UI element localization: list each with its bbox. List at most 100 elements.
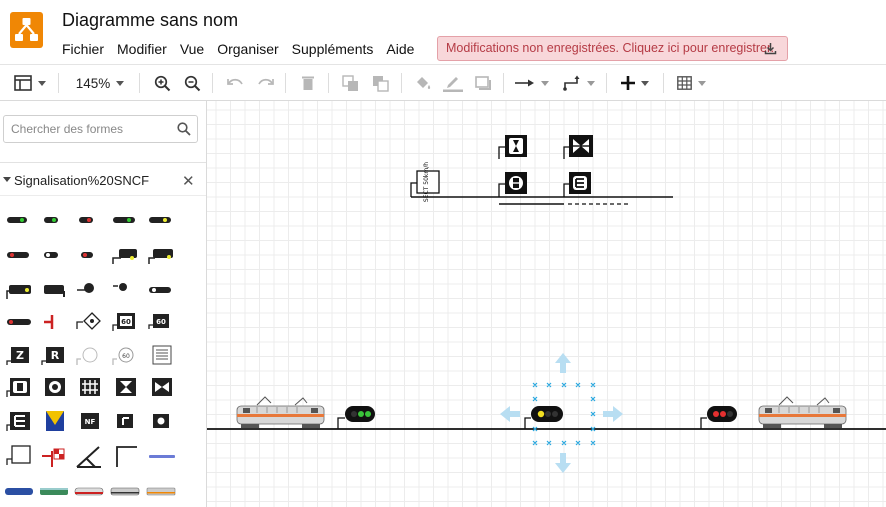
shape-board-r[interactable]: R bbox=[38, 341, 70, 371]
delete-button[interactable] bbox=[297, 72, 319, 94]
shape-rail-segment[interactable] bbox=[145, 441, 177, 471]
shape-signal-green-long[interactable] bbox=[3, 205, 35, 235]
shape-board-dot[interactable] bbox=[145, 407, 177, 437]
shape-train-orange[interactable] bbox=[145, 477, 177, 507]
close-icon[interactable]: ✕ bbox=[182, 172, 195, 190]
shape-signal-round-head[interactable] bbox=[73, 275, 105, 305]
app-header: Diagramme sans nom Fichier Modifier Vue … bbox=[0, 0, 886, 64]
diagram-canvas[interactable]: SECT 50km/h bbox=[207, 101, 886, 507]
shape-board-60-white[interactable]: 60 bbox=[109, 341, 141, 371]
shape-signal-red-mini[interactable] bbox=[73, 240, 105, 270]
shape-signal-green-short[interactable] bbox=[38, 205, 70, 235]
unsaved-changes-button[interactable]: Modifications non enregistrées. Cliquez … bbox=[437, 36, 788, 61]
menu-modifier[interactable]: Modifier bbox=[117, 41, 167, 57]
shape-signal-mast-yellow[interactable] bbox=[109, 240, 141, 270]
board-gear[interactable] bbox=[498, 172, 527, 197]
zoom-select[interactable]: 145% bbox=[72, 72, 128, 94]
middle-signal[interactable] bbox=[524, 406, 563, 429]
shape-signal-mast-yellow-3[interactable] bbox=[3, 275, 35, 305]
zoom-in-icon bbox=[154, 75, 170, 91]
shape-signal-white-long[interactable] bbox=[145, 275, 177, 305]
shape-board-e[interactable] bbox=[3, 407, 35, 437]
shape-board-hourglass[interactable] bbox=[109, 373, 141, 403]
shape-bracket[interactable] bbox=[109, 441, 141, 471]
menu-aide[interactable]: Aide bbox=[386, 41, 414, 57]
shape-board-z[interactable]: Z bbox=[3, 341, 35, 371]
redo-icon bbox=[257, 78, 274, 85]
drawio-logo-icon[interactable] bbox=[10, 12, 43, 48]
shape-speed-board-black[interactable]: 60 bbox=[145, 307, 177, 337]
to-front-button[interactable] bbox=[339, 72, 361, 94]
redo-button[interactable] bbox=[254, 72, 276, 94]
right-locomotive[interactable] bbox=[758, 396, 847, 428]
to-front-icon bbox=[341, 74, 358, 91]
undo-icon bbox=[226, 78, 243, 85]
zoom-out-icon bbox=[184, 75, 200, 91]
search-icon[interactable] bbox=[177, 122, 191, 136]
shape-board-gear[interactable] bbox=[38, 373, 70, 403]
shape-signal-yellow-long[interactable] bbox=[145, 205, 177, 235]
shape-board-f[interactable] bbox=[109, 407, 141, 437]
shape-board-cross-white[interactable] bbox=[3, 373, 35, 403]
shape-signal-mast-black[interactable] bbox=[38, 275, 70, 305]
menu-organiser[interactable]: Organiser bbox=[217, 41, 278, 57]
shape-stop-post[interactable] bbox=[38, 307, 70, 337]
sect-board-label: SECT 50km/h bbox=[423, 162, 430, 202]
chevron-down-icon bbox=[116, 80, 125, 86]
shape-signal-red-flat[interactable] bbox=[3, 307, 35, 337]
fill-color-button[interactable] bbox=[412, 72, 434, 94]
shape-train-green[interactable] bbox=[38, 477, 70, 507]
shape-checker-flag[interactable] bbox=[38, 441, 70, 471]
line-color-button[interactable] bbox=[442, 72, 464, 94]
shape-train-white[interactable] bbox=[73, 477, 105, 507]
menu-fichier[interactable]: Fichier bbox=[62, 41, 104, 57]
insert-button[interactable] bbox=[617, 72, 653, 94]
shape-board-bowtie[interactable] bbox=[145, 373, 177, 403]
menu-vue[interactable]: Vue bbox=[180, 41, 204, 57]
shape-board-yellow-blue[interactable] bbox=[38, 407, 70, 437]
shape-signal-white-short[interactable] bbox=[38, 240, 70, 270]
library-header[interactable]: Signalisation%20SNCF ✕ bbox=[0, 162, 206, 196]
shadow-button[interactable] bbox=[472, 72, 494, 94]
undo-button[interactable] bbox=[224, 72, 246, 94]
shape-speed-board-60[interactable]: 60 bbox=[109, 307, 141, 337]
shape-train-blue[interactable] bbox=[3, 477, 35, 507]
left-signal[interactable] bbox=[337, 406, 375, 429]
shape-board-fl[interactable]: NF bbox=[73, 407, 105, 437]
collapse-triangle-icon[interactable] bbox=[3, 177, 11, 182]
pencil-icon bbox=[443, 77, 463, 92]
connection-style-button[interactable] bbox=[514, 72, 550, 94]
shape-signal-green-long-2[interactable] bbox=[109, 205, 141, 235]
shape-train-grey[interactable] bbox=[109, 477, 141, 507]
shape-signal-red-short[interactable] bbox=[73, 205, 105, 235]
shape-signal-red-long[interactable] bbox=[3, 240, 35, 270]
shape-board-round-white[interactable] bbox=[73, 341, 105, 371]
right-signal[interactable] bbox=[700, 406, 737, 429]
menu-bar: Fichier Modifier Vue Organiser Supplémen… bbox=[62, 41, 427, 57]
download-icon bbox=[764, 43, 777, 55]
table-button[interactable] bbox=[673, 72, 709, 94]
shape-ramp[interactable] bbox=[73, 441, 105, 471]
shape-board-hash[interactable] bbox=[73, 373, 105, 403]
unsaved-changes-label: Modifications non enregistrées. Cliquez … bbox=[446, 41, 774, 55]
shape-square-post[interactable] bbox=[3, 441, 35, 471]
shape-diamond-board[interactable] bbox=[73, 307, 105, 337]
board-e[interactable] bbox=[563, 172, 591, 197]
document-title[interactable]: Diagramme sans nom bbox=[62, 10, 238, 31]
zoom-out-button[interactable] bbox=[181, 72, 203, 94]
shape-board-sect[interactable] bbox=[145, 341, 177, 371]
search-input[interactable]: Chercher des formes bbox=[3, 115, 198, 143]
sect-speed-board[interactable]: SECT 50km/h bbox=[410, 162, 440, 202]
format-panel-button[interactable] bbox=[12, 72, 48, 94]
menu-supplements[interactable]: Suppléments bbox=[292, 41, 374, 57]
shape-signal-mast-yellow-2[interactable] bbox=[145, 240, 177, 270]
left-locomotive[interactable] bbox=[236, 396, 325, 428]
shape-signal-round-mast[interactable] bbox=[109, 275, 141, 305]
zoom-in-button[interactable] bbox=[151, 72, 173, 94]
waypoints-button[interactable] bbox=[561, 72, 597, 94]
board-bowtie[interactable] bbox=[563, 135, 593, 159]
toolbar: 145% bbox=[0, 64, 886, 101]
svg-text:60: 60 bbox=[122, 353, 130, 360]
to-back-button[interactable] bbox=[369, 72, 391, 94]
board-vertical-bar[interactable] bbox=[498, 135, 527, 159]
